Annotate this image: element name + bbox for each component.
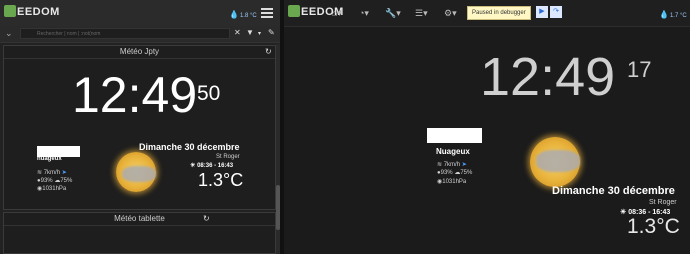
home-icon[interactable]: ⌂▾ [332, 8, 342, 19]
clock-seconds: 17 [627, 57, 652, 82]
nav-temperature-value: 1.8 °C [239, 13, 257, 19]
search-row: ⌄ Rechercher | nom | :not(nom ✕ ▼ ▾ ✎ [0, 26, 280, 43]
humidity-value: 93% [440, 170, 453, 176]
pressure-value: 1031hPa [42, 186, 67, 192]
logo-text: EEDOM [17, 6, 60, 18]
play-icon[interactable]: ▶ [536, 6, 548, 18]
pencil-icon[interactable]: ✎ [268, 28, 275, 37]
refresh-icon[interactable]: ↻ [203, 214, 210, 223]
list-icon[interactable]: ☰▾ [415, 8, 428, 19]
date-text: Dimanche 30 décembre [552, 185, 675, 197]
widget-title: Météo tablette [4, 213, 275, 226]
house-icon [288, 5, 300, 17]
wrench-icon[interactable]: 🔧▾ [385, 8, 401, 19]
weather-widget-jpty: Météo Jpty ↻ 12:49 50 nuageux ≋ 7km/h ➤ … [3, 45, 276, 210]
search-input[interactable]: Rechercher | nom | :not(nom [20, 28, 230, 39]
chevron-icon[interactable]: ⌄ [5, 28, 13, 39]
filter-icon[interactable]: ▼ [246, 28, 254, 37]
pressure-value: 1031hPa [442, 179, 467, 185]
pressure-row: ◉1031hPa [37, 185, 66, 192]
right-panel: EEDOM ⌂▾ ◔▾ 🔧▾ ☰▾ ⚙▾ Paused in debugger … [284, 0, 690, 254]
wind-direction-icon: ➤ [61, 170, 67, 176]
cloud-icon [536, 150, 580, 172]
wind-value: 7km/h [43, 170, 61, 176]
house-icon [4, 5, 16, 17]
filter-dropdown-icon[interactable]: ▾ [258, 30, 261, 37]
clock-time: 12:49 [480, 47, 616, 107]
tachometer-icon[interactable]: ◔▾ [359, 8, 369, 19]
date-text: Dimanche 30 décembre [139, 142, 240, 152]
gear-icon[interactable]: ⚙▾ [444, 8, 457, 19]
close-icon[interactable]: ✕ [234, 28, 241, 37]
humidity-value: 93% [40, 178, 53, 184]
paused-in-debugger-banner: Paused in debugger [467, 6, 531, 20]
widget-title: Météo Jpty [4, 46, 275, 59]
condition-text: nuageux [37, 156, 62, 162]
saint-text: St Roger [649, 199, 677, 206]
wind-row: ≋ 7km/h ➤ [437, 161, 467, 168]
humidity-row: ●93% ☁75% [437, 169, 472, 176]
left-panel: EEDOM 💧1.8 °C ⌄ Rechercher | nom | :not(… [0, 0, 280, 254]
sun-icon: ☀ [190, 163, 196, 169]
condition-text: Nuageux [436, 147, 470, 156]
weather-widget-tablette: Météo tablette ↻ [3, 212, 276, 254]
right-navbar: EEDOM ⌂▾ ◔▾ 🔧▾ ☰▾ ⚙▾ Paused in debugger … [284, 0, 690, 27]
nav-temperature: 💧1.8 °C [229, 10, 257, 19]
droplet-icon: 💧 [659, 10, 669, 19]
nav-temperature-value: 1.7 °C [669, 13, 687, 19]
saint-text: St Roger [216, 154, 240, 160]
refresh-icon[interactable]: ↻ [265, 47, 272, 56]
jeedom-logo[interactable]: EEDOM [4, 5, 60, 18]
wind-icon: ≋ [37, 170, 43, 176]
nav-temperature: 💧1.7 °C [659, 10, 687, 19]
droplet-icon: 💧 [229, 10, 239, 19]
sun-times: ☀ 08:36 - 16:43 [190, 162, 233, 169]
sun-icon: ☀ [620, 209, 627, 216]
sun-times-value: 08:36 - 16:43 [197, 163, 234, 169]
wind-icon: ≋ [437, 162, 443, 168]
cloud-icon [122, 166, 156, 182]
left-navbar: EEDOM 💧1.8 °C [0, 0, 280, 26]
wind-row: ≋ 7km/h ➤ [37, 169, 67, 176]
humidity-row: ●93% ☁75% [37, 177, 72, 184]
wind-direction-icon: ➤ [461, 162, 467, 168]
clock-seconds: 50 [197, 82, 221, 105]
temperature-value: 1.3°C [198, 170, 244, 190]
hamburger-icon[interactable] [261, 8, 273, 18]
wind-value: 7km/h [443, 162, 461, 168]
step-over-icon[interactable]: ↷ [550, 6, 562, 18]
rain-value: 75% [60, 178, 73, 184]
location-label [427, 128, 482, 143]
temperature-value: 1.3°C [627, 215, 680, 238]
clock-time: 12:49 [72, 67, 198, 123]
pressure-row: ◉1031hPa [437, 178, 466, 185]
rain-value: 75% [460, 170, 473, 176]
